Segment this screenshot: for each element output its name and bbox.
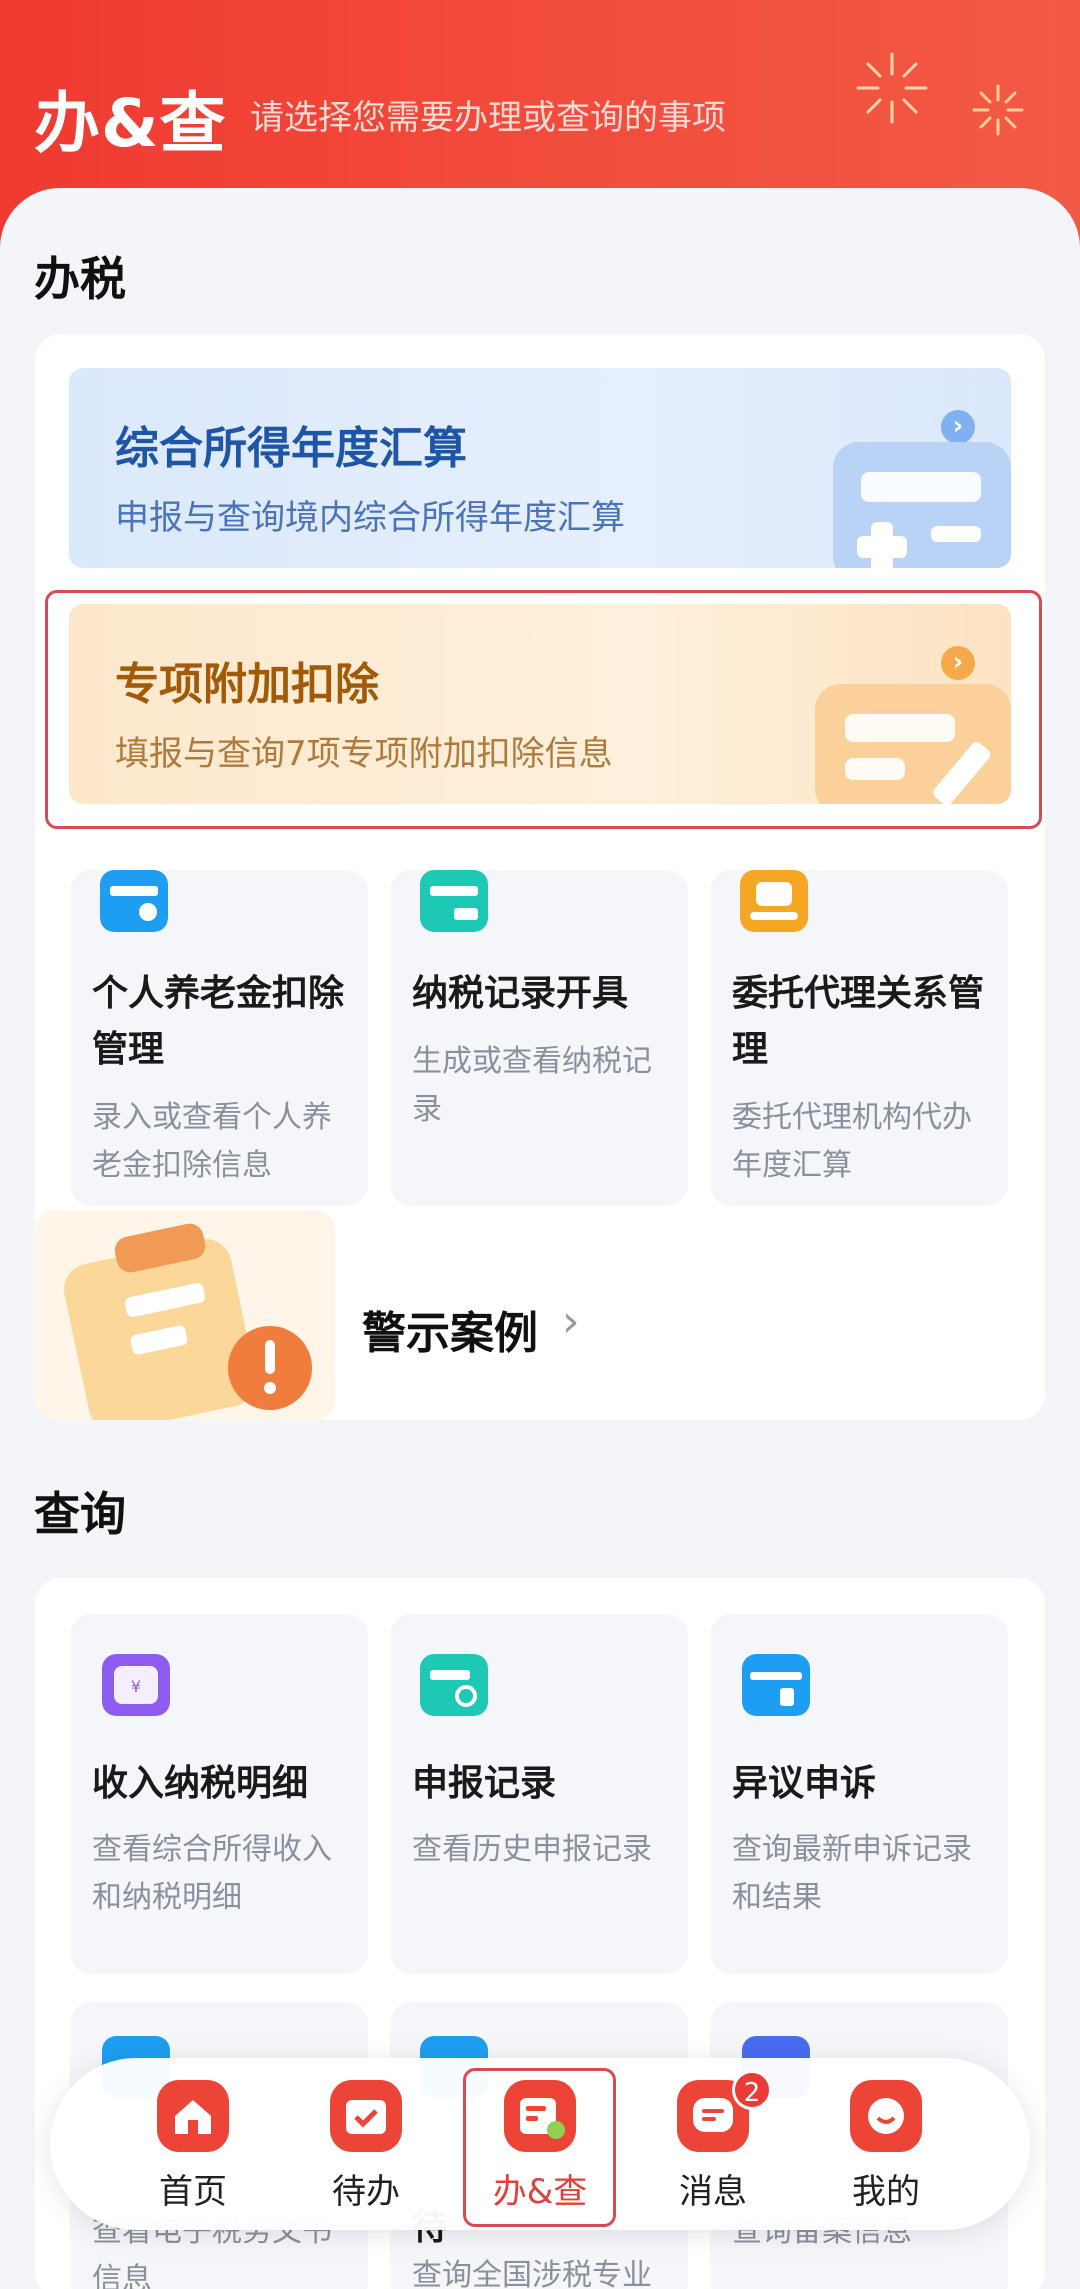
tax-record-icon	[420, 870, 488, 932]
section-title-tax: 办税	[34, 252, 126, 306]
calculator-icon	[833, 442, 1011, 568]
nav-todo[interactable]: 待办	[296, 2080, 436, 2220]
nav-profile[interactable]: 我的	[816, 2080, 956, 2220]
agent-hand-icon	[740, 870, 808, 932]
message-badge: 2	[732, 2070, 772, 2110]
tile-title: 委托代理关系管理	[732, 973, 985, 1070]
tile-appeal[interactable]: 异议申诉 查询最新申诉记录和结果	[710, 1614, 1008, 1974]
home-icon	[157, 2080, 229, 2152]
tile-declaration-record[interactable]: 申报记录 查看历史申报记录	[390, 1614, 688, 1974]
tile-desc: 查询全国涉税专业	[412, 2258, 652, 2289]
tile-desc: 委托代理机构代办年度汇算	[732, 1100, 972, 1183]
svg-text:¥: ¥	[131, 1677, 141, 1696]
nav-label: 待办	[332, 2172, 400, 2212]
tile-desc: 查询最新申诉记录和结果	[732, 1832, 972, 1915]
tile-tax-record[interactable]: 纳税记录开具 生成或查看纳税记录	[390, 870, 688, 1206]
search-record-icon	[420, 1654, 488, 1716]
tile-title: 异议申诉	[732, 1763, 877, 1804]
income-wallet-icon: ¥	[102, 1654, 170, 1716]
highlight-box	[45, 590, 1042, 829]
nav-label: 首页	[159, 2172, 227, 2212]
profile-icon	[850, 2080, 922, 2152]
banner-desc: 申报与查询境内综合所得年度汇算	[115, 498, 625, 538]
warning-clipboard-icon	[35, 1210, 335, 1420]
tile-income-tax-detail[interactable]: ¥ 收入纳税明细 查看综合所得收入和纳税明细	[70, 1614, 368, 1974]
banner-title: 综合所得年度汇算	[115, 423, 467, 474]
tile-desc: 查看历史申报记录	[412, 1832, 652, 1867]
page-subtitle: 请选择您需要办理或查询的事项	[250, 98, 726, 138]
nav-label: 消息	[679, 2172, 747, 2212]
tile-title: 收入纳税明细	[92, 1763, 309, 1804]
active-tab-highlight	[463, 2068, 616, 2227]
page-title: 办&查	[34, 85, 227, 162]
tile-title: 纳税记录开具	[412, 973, 629, 1014]
tile-title: 申报记录	[412, 1763, 557, 1804]
firework-icon	[856, 52, 928, 124]
pension-card-icon	[100, 870, 168, 932]
nav-home[interactable]: 首页	[123, 2080, 263, 2220]
section-title-query: 查询	[34, 1487, 126, 1541]
tile-title: 个人养老金扣除管理	[92, 973, 345, 1070]
todo-calendar-icon	[330, 2080, 402, 2152]
firework-icon	[972, 84, 1024, 136]
tile-desc: 查看综合所得收入和纳税明细	[92, 1832, 332, 1915]
appeal-folder-icon	[742, 1654, 810, 1716]
tile-pension-deduction[interactable]: 个人养老金扣除管理 录入或查看个人养老金扣除信息	[70, 870, 368, 1206]
warning-cases-link[interactable]: 警示案例	[362, 1297, 538, 1361]
nav-label: 我的	[852, 2172, 920, 2212]
annual-settlement-banner[interactable]: 综合所得年度汇算 申报与查询境内综合所得年度汇算 ›	[69, 368, 1011, 568]
tile-agent-management[interactable]: 委托代理关系管理 委托代理机构代办年度汇算	[710, 870, 1008, 1206]
chevron-right-icon: ›	[562, 1296, 580, 1347]
tile-desc: 录入或查看个人养老金扣除信息	[92, 1100, 332, 1183]
tile-desc: 生成或查看纳税记录	[412, 1044, 652, 1127]
